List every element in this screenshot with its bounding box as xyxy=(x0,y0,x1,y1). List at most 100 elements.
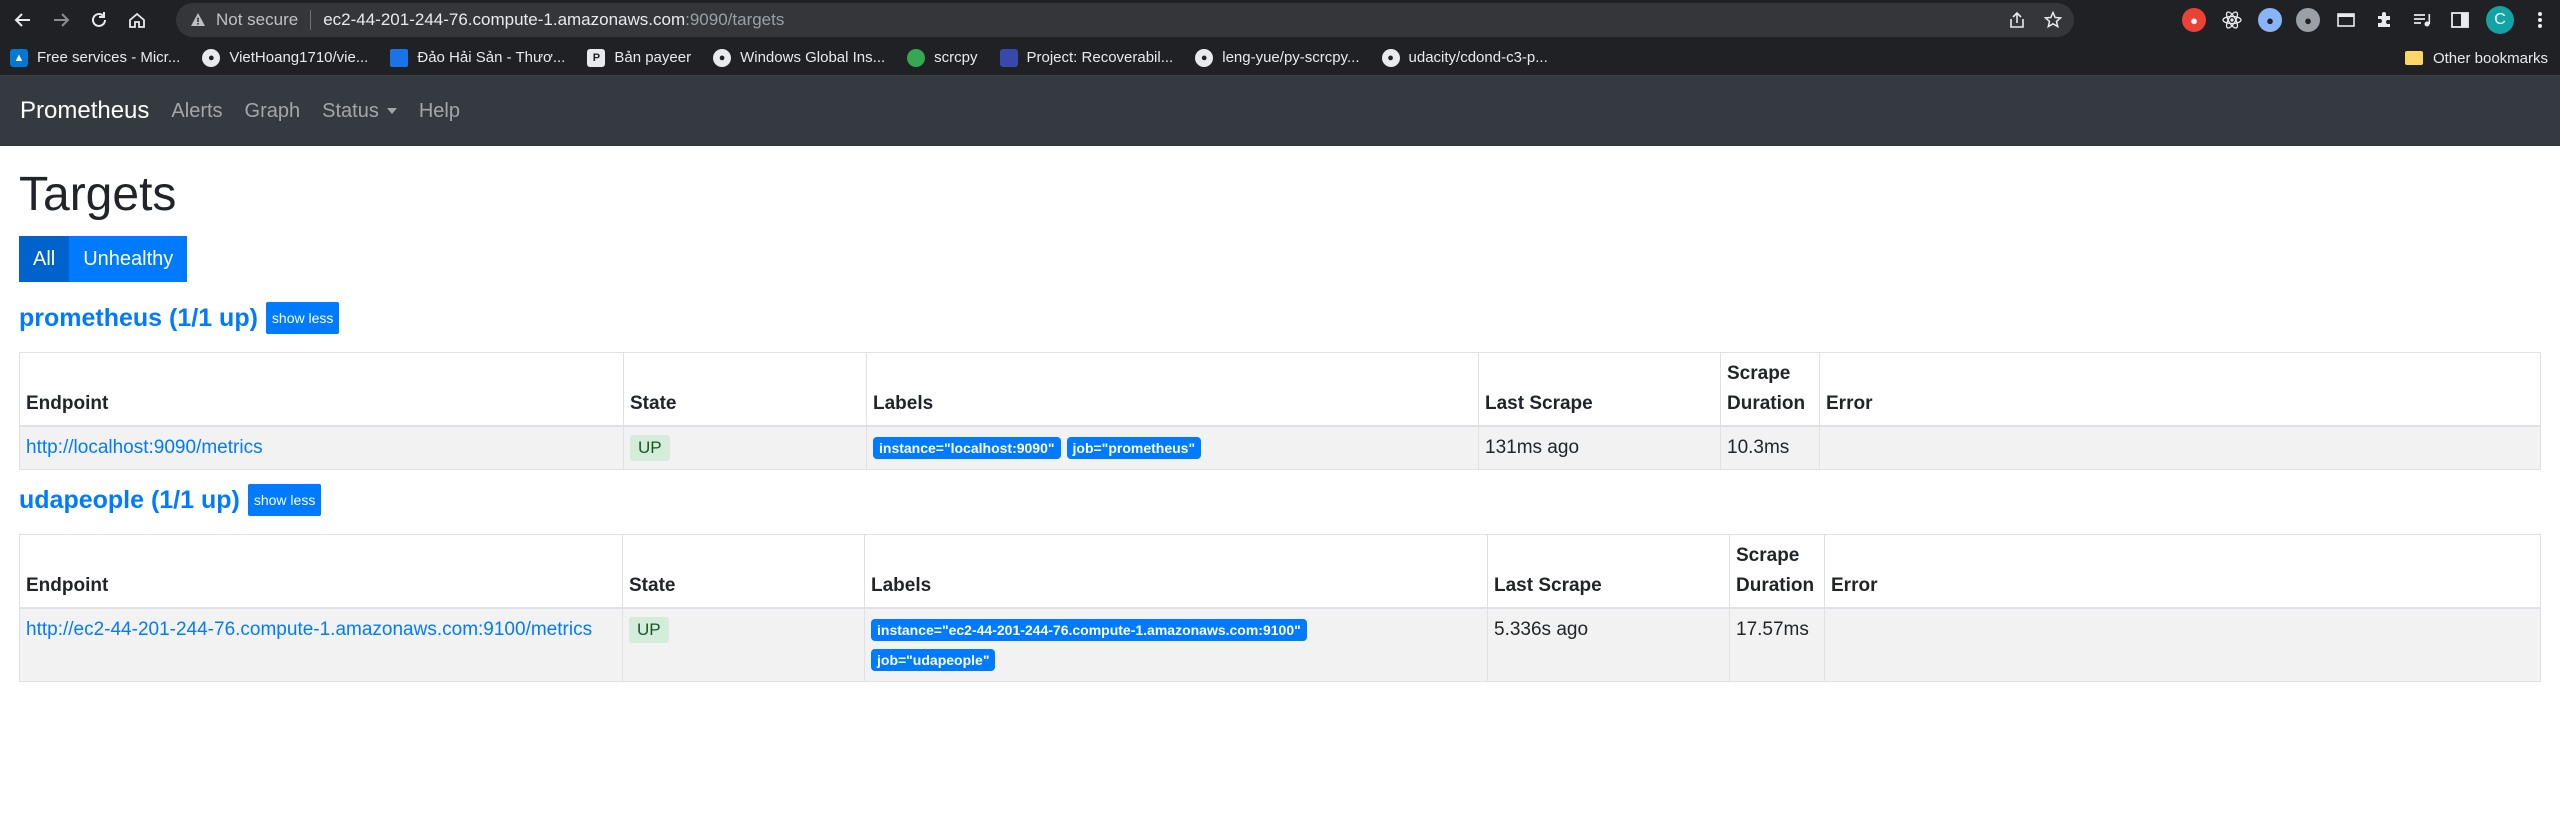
labels-cell: instance="localhost:9090" job="prometheus… xyxy=(866,425,1479,470)
prometheus-navbar: Prometheus Alerts Graph Status Help xyxy=(0,76,2560,146)
bookmark-item[interactable]: Project: Recoverabil... xyxy=(999,48,1173,67)
url-host: ec2-44-201-244-76.compute-1.amazonaws.co… xyxy=(323,10,686,29)
col-endpoint: Endpoint xyxy=(19,534,623,609)
not-secure-label: Not secure xyxy=(216,10,299,29)
extension-window-icon[interactable] xyxy=(2334,8,2358,32)
scrcpy-icon xyxy=(907,48,926,67)
col-labels: Labels xyxy=(866,352,1479,427)
forward-arrow-icon[interactable] xyxy=(44,3,78,37)
extension-globe-icon[interactable]: ● xyxy=(2296,8,2320,32)
scrape-duration-cell: 17.57ms xyxy=(1729,607,1825,682)
bookmark-item[interactable]: P Bản payeer xyxy=(587,48,691,67)
bookmark-item[interactable]: ● udacity/cdond-c3-p... xyxy=(1381,48,1548,67)
error-cell xyxy=(1824,607,2541,682)
targets-table: Endpoint State Labels Last Scrape Scrape… xyxy=(19,534,2541,682)
share-icon[interactable] xyxy=(2008,11,2026,29)
reload-icon[interactable] xyxy=(82,3,116,37)
job-header: udapeople (1/1 up) show less xyxy=(19,484,2541,516)
show-less-button[interactable]: show less xyxy=(247,484,322,516)
address-bar[interactable]: Not secure ec2-44-201-244-76.compute-1.a… xyxy=(176,3,2074,37)
bookmark-item[interactable]: scrcpy xyxy=(907,48,978,67)
bookmark-item[interactable]: ▲ Free services - Micr... xyxy=(10,48,180,67)
payeer-icon: P xyxy=(587,48,606,67)
kebab-menu-icon[interactable] xyxy=(2528,8,2552,32)
github-icon: ● xyxy=(202,48,221,67)
last-scrape-cell: 131ms ago xyxy=(1478,425,1721,470)
filter-unhealthy-button[interactable]: Unhealthy xyxy=(69,236,188,282)
last-scrape-cell: 5.336s ago xyxy=(1487,607,1730,682)
url-path: :9090/targets xyxy=(685,10,785,29)
star-icon[interactable] xyxy=(2044,11,2062,29)
other-bookmarks[interactable]: Other bookmarks xyxy=(2404,40,2548,76)
bookmark-item[interactable]: Đảo Hải Sản - Thươ... xyxy=(390,48,565,67)
table-header-row: Endpoint State Labels Last Scrape Scrape… xyxy=(19,352,2541,427)
divider xyxy=(310,10,312,30)
label-badge: instance="ec2-44-201-244-76.compute-1.am… xyxy=(871,619,1307,641)
back-arrow-icon[interactable] xyxy=(6,3,40,37)
col-error: Error xyxy=(1819,352,2541,427)
label-badge: job="prometheus" xyxy=(1066,437,1202,459)
col-scrape-duration: Scrape Duration xyxy=(1729,534,1825,609)
endpoint-link[interactable]: http://ec2-44-201-244-76.compute-1.amazo… xyxy=(26,615,616,645)
label-badge: job="udapeople" xyxy=(871,649,996,671)
state-cell: UP xyxy=(622,607,865,682)
nav-graph[interactable]: Graph xyxy=(245,100,301,123)
github-icon: ● xyxy=(713,48,732,67)
col-state: State xyxy=(622,534,865,609)
error-cell xyxy=(1819,425,2541,470)
labels-cell: instance="ec2-44-201-244-76.compute-1.am… xyxy=(864,607,1488,682)
table-row: http://localhost:9090/metrics UP instanc… xyxy=(19,425,2541,470)
col-scrape-duration: Scrape Duration xyxy=(1720,352,1820,427)
endpoint-link[interactable]: http://localhost:9090/metrics xyxy=(26,437,263,458)
filter-all-button[interactable]: All xyxy=(19,236,70,282)
brand-link[interactable]: Prometheus xyxy=(20,97,149,125)
state-cell: UP xyxy=(623,425,867,470)
job-header: prometheus (1/1 up) show less xyxy=(19,302,2541,334)
extension-blue-icon[interactable]: ● xyxy=(2258,8,2282,32)
main-content: Targets All Unhealthy prometheus (1/1 up… xyxy=(0,146,2560,682)
project-icon xyxy=(999,48,1018,67)
microsoft-icon: ▲ xyxy=(10,48,28,67)
col-state: State xyxy=(623,352,867,427)
targets-table: Endpoint State Labels Last Scrape Scrape… xyxy=(19,352,2541,470)
show-less-button[interactable]: show less xyxy=(265,302,340,334)
github-icon: ● xyxy=(1381,48,1400,67)
profile-avatar[interactable]: C xyxy=(2486,6,2514,34)
col-endpoint: Endpoint xyxy=(19,352,624,427)
browser-toolbar: Not secure ec2-44-201-244-76.compute-1.a… xyxy=(0,0,2560,40)
state-badge: UP xyxy=(629,617,669,643)
page-title: Targets xyxy=(19,168,177,221)
col-last-scrape: Last Scrape xyxy=(1478,352,1721,427)
table-header-row: Endpoint State Labels Last Scrape Scrape… xyxy=(19,534,2541,609)
col-last-scrape: Last Scrape xyxy=(1487,534,1730,609)
endpoint-cell: http://ec2-44-201-244-76.compute-1.amazo… xyxy=(19,607,623,682)
label-badge: instance="localhost:9090" xyxy=(873,437,1061,459)
endpoint-cell: http://localhost:9090/metrics xyxy=(19,425,624,470)
job-title-link[interactable]: udapeople (1/1 up) xyxy=(19,486,240,515)
nav-status-dropdown[interactable]: Status xyxy=(322,100,397,123)
filter-button-group: All Unhealthy xyxy=(19,236,2541,282)
caret-down-icon xyxy=(386,108,397,114)
col-error: Error xyxy=(1824,534,2541,609)
extension-red-icon[interactable]: ● xyxy=(2182,8,2206,32)
github-icon: ● xyxy=(1195,48,1214,67)
state-badge: UP xyxy=(630,435,670,461)
side-panel-icon[interactable] xyxy=(2448,8,2472,32)
media-queue-icon[interactable] xyxy=(2410,8,2434,32)
col-labels: Labels xyxy=(864,534,1488,609)
puzzle-extensions-icon[interactable] xyxy=(2372,8,2396,32)
home-icon[interactable] xyxy=(120,3,154,37)
warning-icon xyxy=(190,12,206,28)
bookmark-item[interactable]: ● leng-yue/py-scrcpy... xyxy=(1195,48,1360,67)
scrape-duration-cell: 10.3ms xyxy=(1720,425,1820,470)
nav-help[interactable]: Help xyxy=(419,100,460,123)
folder-icon xyxy=(2404,51,2423,65)
nav-alerts[interactable]: Alerts xyxy=(171,100,222,123)
react-devtools-icon[interactable] xyxy=(2220,8,2244,32)
extensions-area: ● ● ● C xyxy=(2182,3,2552,37)
bookmark-item[interactable]: ● VietHoang1710/vie... xyxy=(202,48,368,67)
flag-icon xyxy=(390,48,409,67)
bookmarks-bar: ▲ Free services - Micr... ● VietHoang1710/… xyxy=(0,40,2560,76)
job-title-link[interactable]: prometheus (1/1 up) xyxy=(19,304,258,333)
bookmark-item[interactable]: ● Windows Global Ins... xyxy=(713,48,885,67)
